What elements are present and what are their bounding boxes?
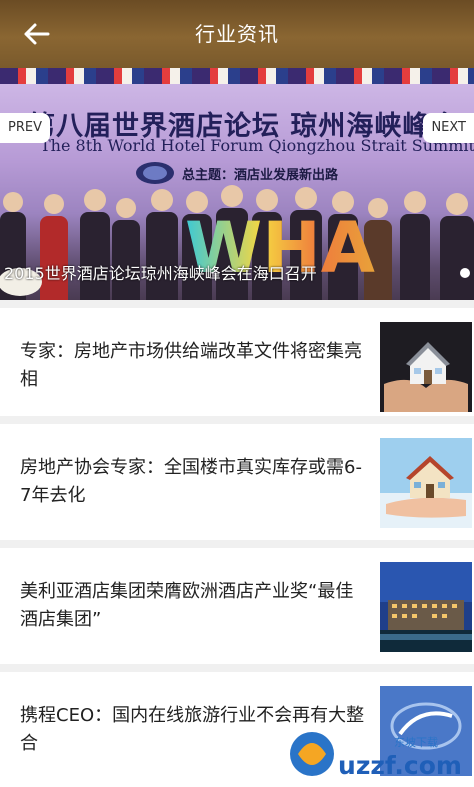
page-title: 行业资讯 [195,22,279,46]
app-header: 行业资讯 [0,0,474,68]
next-button[interactable]: NEXT [423,113,474,143]
banner-subheading: The 8th World Hotel Forum Qiongzhou Stra… [40,136,474,155]
watermark-line1: 东坡下载 [394,736,438,749]
news-title: 专家：房地产市场供给端改革文件将密集亮相 [20,341,362,390]
news-item[interactable]: 房地产协会专家：全国楼市真实库存或需6-7年去化 [0,424,474,548]
news-title: 房地产协会专家：全国楼市真实库存或需6-7年去化 [20,457,362,506]
carousel-dot-active[interactable] [460,268,470,278]
house-in-hands-image [380,322,472,412]
banner-caption: 2015世界酒店论坛琼州海峡峰会在海口召开 [4,264,317,283]
prev-button[interactable]: PREV [0,113,50,143]
news-item[interactable]: 美利亚酒店集团荣膺欧洲酒店产业奖“最佳酒店集团” [0,548,474,672]
hotel-night-image [380,562,472,652]
banner-carousel[interactable]: 第八届世界酒店论坛 琼州海峡峰会 The 8th World Hotel For… [0,68,474,300]
flag-strip [0,68,474,84]
news-item[interactable]: 专家：房地产市场供给端改革文件将密集亮相 [0,300,474,424]
watermark-line2: uzzf.com [338,751,462,780]
news-title: 美利亚酒店集团荣膺欧洲酒店产业奖“最佳酒店集团” [20,581,354,630]
site-watermark: 东坡下载 uzzf.com [288,722,474,787]
news-list: 专家：房地产市场供给端改革文件将密集亮相 房地产协会专家：全国楼市真实库存或需6… [0,300,474,787]
house-on-palm-image [380,438,472,528]
